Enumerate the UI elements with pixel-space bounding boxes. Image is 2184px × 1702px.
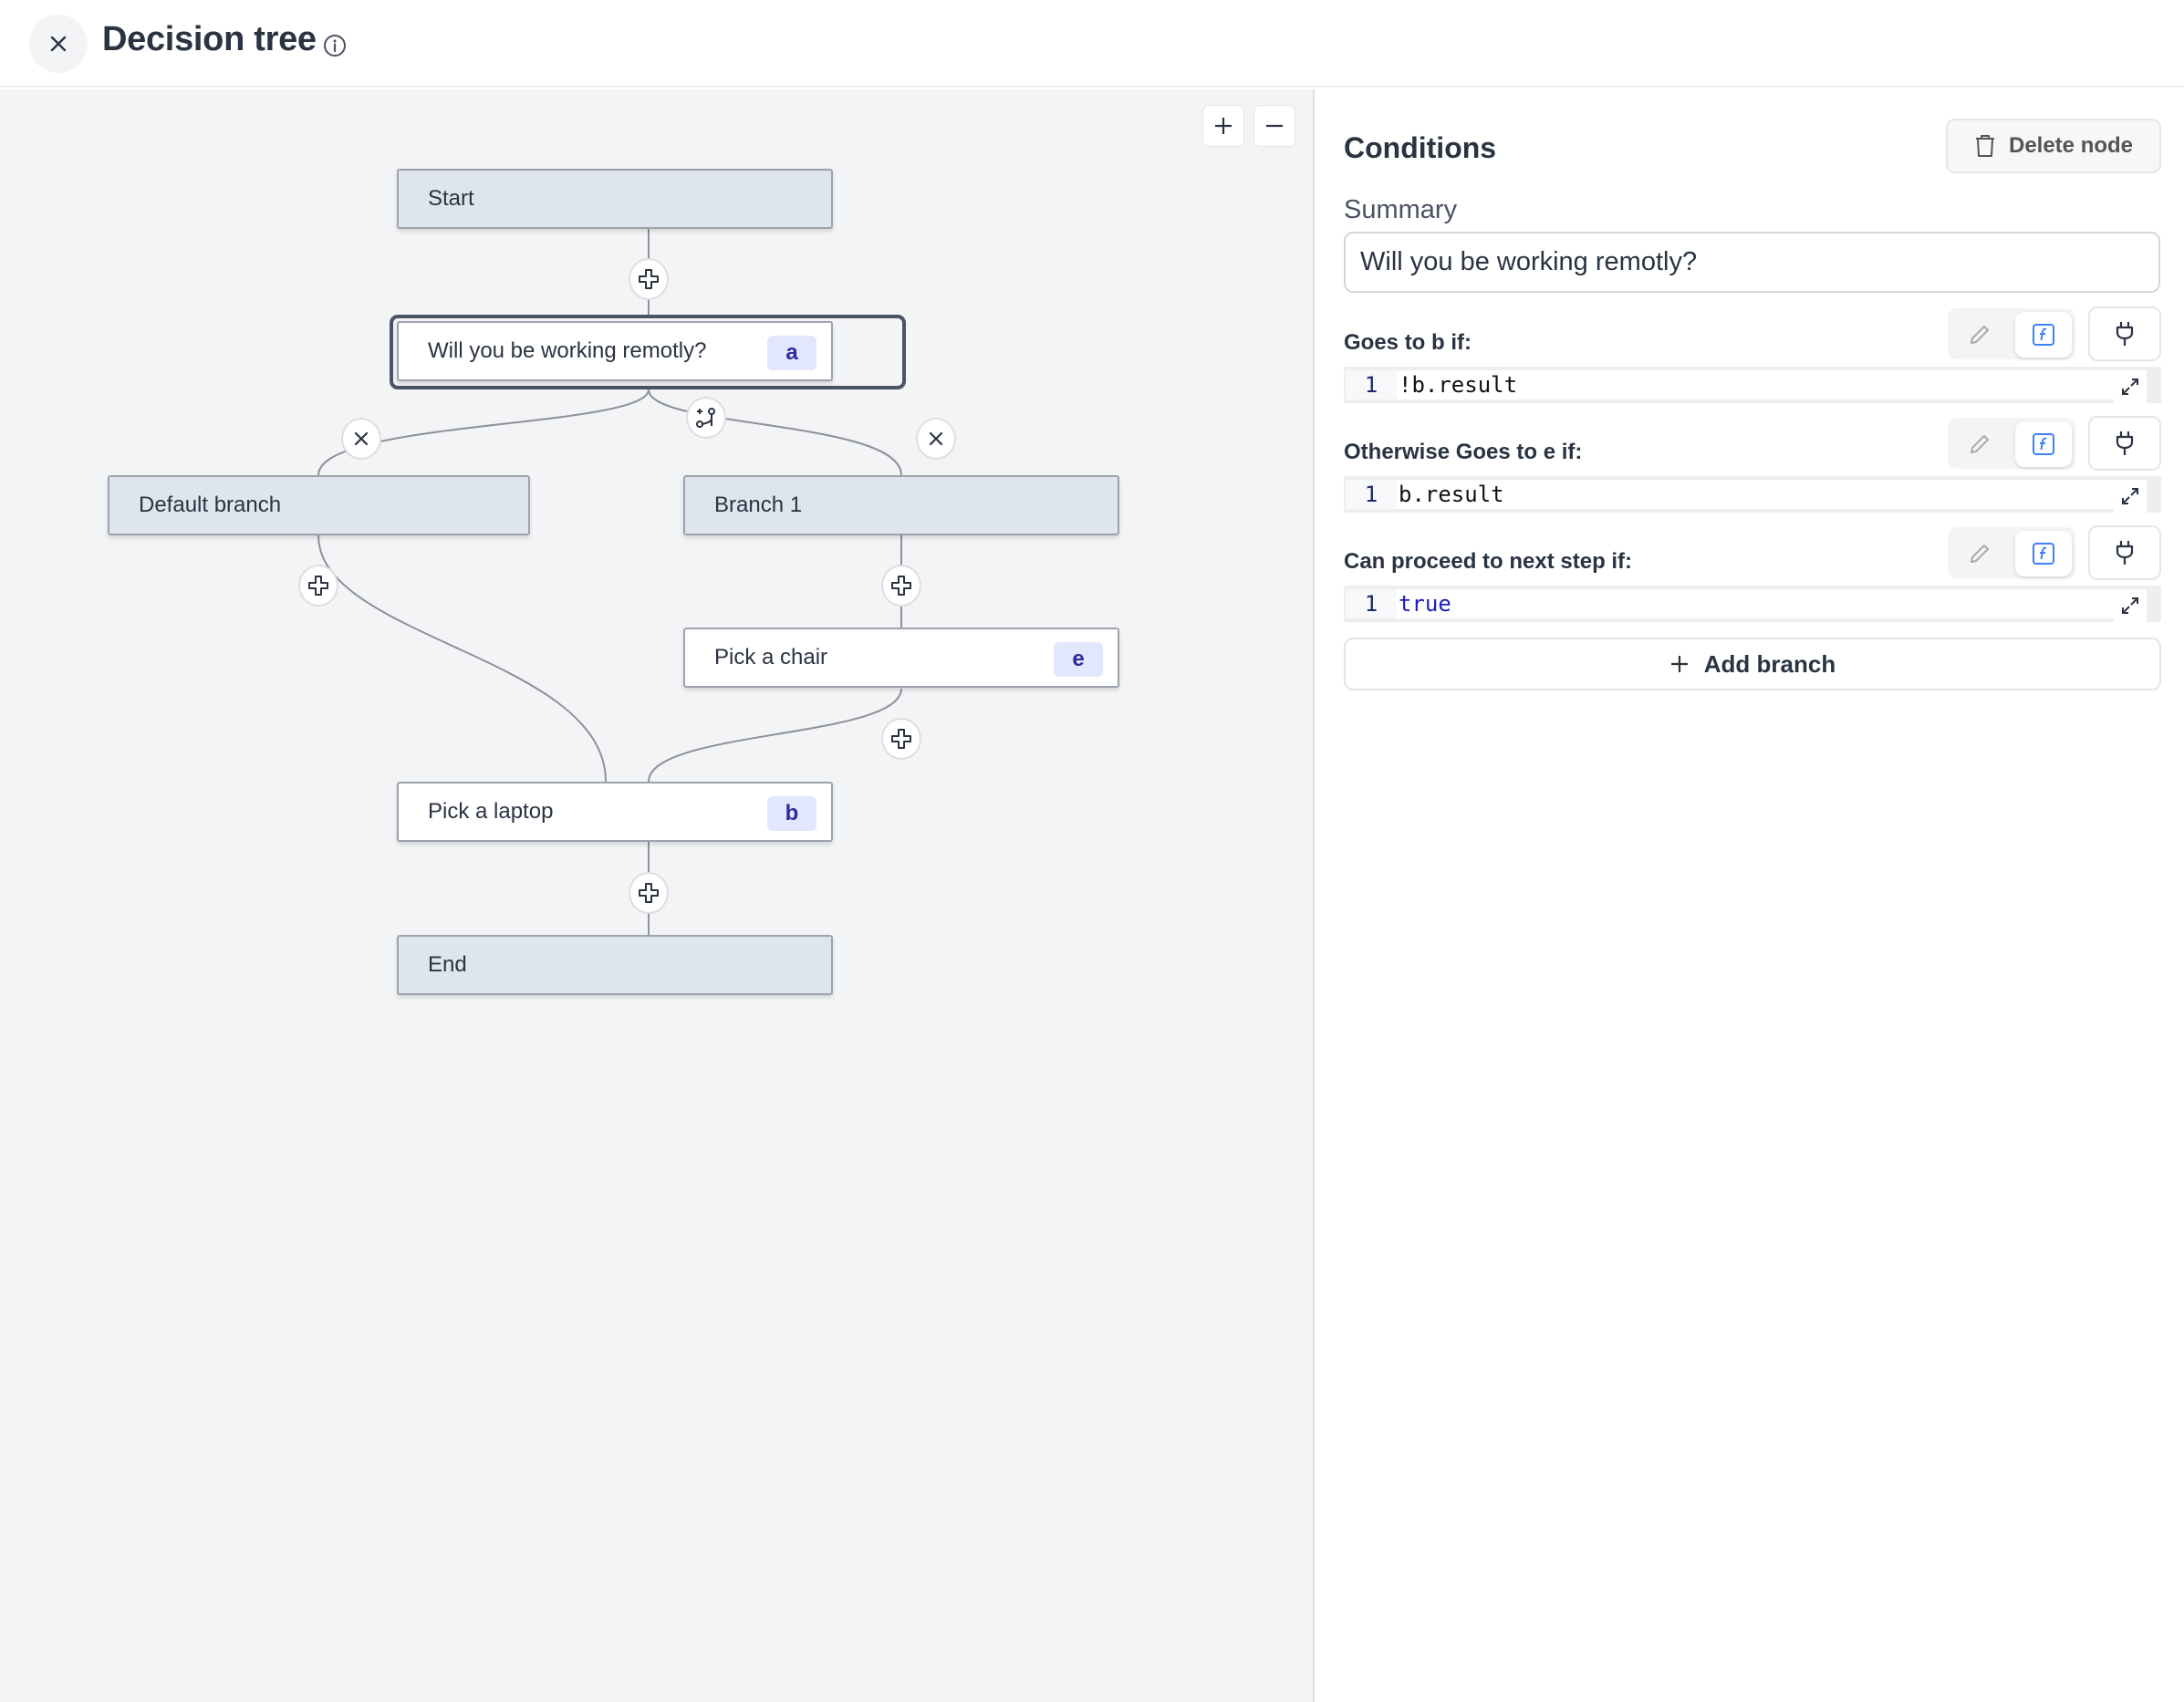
node-start[interactable]: Start [397, 169, 833, 229]
function-icon [2033, 433, 2054, 455]
code-line[interactable]: b.result [1397, 480, 2134, 509]
delete-node-label: Delete node [2008, 133, 2134, 158]
function-mode-button[interactable] [2015, 531, 2072, 576]
node-label: Pick a laptop [428, 799, 554, 824]
add-branch-node-button[interactable] [686, 397, 726, 439]
node-id-badge: b [767, 796, 816, 831]
edge-default-b [317, 534, 607, 783]
node-label: Start [428, 186, 474, 211]
trash-icon [1975, 135, 1994, 157]
connect-button[interactable] [2088, 525, 2161, 580]
node-label: Default branch [139, 493, 282, 517]
add-branch-label: Add branch [1703, 649, 1836, 678]
condition-code-editor[interactable]: 1 !b.result [1344, 367, 2161, 403]
function-icon [2033, 324, 2054, 346]
plus-icon [1670, 656, 1688, 672]
line-number: 1 [1346, 480, 1397, 509]
function-mode-button[interactable] [2015, 312, 2072, 358]
condition-mode-toggle [1948, 527, 2075, 578]
panel-title: Conditions [1344, 131, 1497, 164]
condition-label: Can proceed to next step if: [1344, 549, 1633, 574]
summary-input[interactable] [1344, 232, 2160, 293]
plug-icon [2116, 431, 2134, 455]
text-mode-button[interactable] [1951, 421, 2008, 467]
function-mode-button[interactable] [2015, 421, 2072, 467]
expand-editor-button[interactable] [2114, 480, 2147, 513]
conditions-panel: Conditions Delete node Summary Goes to b… [1315, 89, 2184, 1702]
connect-button[interactable] [2088, 416, 2161, 471]
add-step-button[interactable] [881, 565, 921, 607]
line-number: 1 [1346, 370, 1397, 400]
flow-edges [317, 229, 902, 935]
add-step-button[interactable] [298, 565, 338, 607]
function-icon [2033, 543, 2054, 565]
node-label: Branch 1 [714, 493, 803, 517]
plus-outline-icon [639, 883, 659, 903]
condition-code-editor[interactable]: 1 true [1344, 586, 2161, 622]
summary-label: Summary [1344, 195, 1458, 224]
expand-editor-button[interactable] [2114, 370, 2147, 403]
expand-editor-button[interactable] [2114, 589, 2147, 622]
edge-e-b [648, 688, 902, 783]
node-id-badge: e [1054, 642, 1103, 677]
node-b[interactable]: Pick a laptop b [397, 782, 833, 842]
node-default-branch[interactable]: Default branch [108, 475, 530, 535]
add-step-button[interactable] [629, 872, 669, 914]
plus-outline-icon [891, 729, 911, 749]
node-a[interactable]: Will you be working remotly? a [397, 321, 833, 381]
zoom-out-button[interactable] [1253, 105, 1295, 147]
add-branch-button[interactable]: Add branch [1344, 638, 2161, 690]
code-line[interactable]: !b.result [1397, 370, 2134, 400]
plus-outline-icon [308, 576, 328, 596]
pencil-icon [1971, 545, 1989, 563]
node-e[interactable]: Pick a chair e [683, 628, 1119, 688]
remove-branch-button[interactable] [916, 418, 956, 460]
minus-icon [1266, 124, 1283, 128]
node-label: End [428, 952, 467, 977]
node-label: Pick a chair [714, 645, 828, 669]
condition-label: Goes to b if: [1344, 330, 1472, 355]
edge-a-branch1 [648, 389, 902, 476]
node-branch-1[interactable]: Branch 1 [683, 475, 1119, 535]
plus-outline-icon [639, 269, 659, 289]
plus-outline-icon [891, 576, 911, 596]
git-branch-plus-icon [696, 408, 715, 428]
condition-code-editor[interactable]: 1 b.result [1344, 476, 2161, 513]
x-icon [929, 431, 943, 446]
condition-mode-toggle [1948, 308, 2075, 359]
expand-icon [2122, 379, 2138, 395]
condition-label: Otherwise Goes to e if: [1344, 440, 1583, 464]
line-number: 1 [1346, 589, 1397, 618]
text-mode-button[interactable] [1951, 312, 2008, 358]
plug-icon [2116, 322, 2134, 346]
pencil-icon [1971, 326, 1989, 344]
delete-node-button[interactable]: Delete node [1946, 119, 2161, 173]
text-mode-button[interactable] [1951, 531, 2008, 576]
zoom-in-button[interactable] [1202, 105, 1244, 147]
add-step-button[interactable] [881, 718, 921, 760]
pencil-icon [1971, 435, 1989, 453]
expand-icon [2122, 488, 2138, 504]
x-icon [354, 431, 369, 446]
code-line[interactable]: true [1397, 589, 2134, 618]
add-step-button[interactable] [629, 258, 669, 300]
connect-button[interactable] [2088, 306, 2161, 361]
remove-branch-button[interactable] [341, 418, 381, 460]
node-end[interactable]: End [397, 935, 833, 995]
plug-icon [2116, 541, 2134, 565]
node-id-badge: a [767, 336, 816, 370]
node-label: Will you be working remotly? [428, 338, 707, 363]
plus-icon [1215, 118, 1232, 134]
expand-icon [2122, 597, 2138, 614]
condition-mode-toggle [1948, 418, 2075, 469]
